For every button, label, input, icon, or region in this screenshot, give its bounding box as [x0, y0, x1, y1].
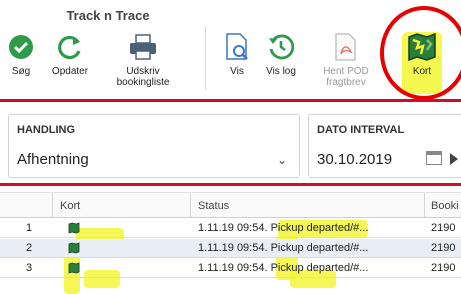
booking-number: 2190: [431, 222, 456, 234]
column-divider: [52, 193, 53, 217]
booking-number: 2190: [431, 242, 456, 254]
check-circle-icon: [5, 30, 37, 64]
column-header-kort[interactable]: Kort: [60, 200, 80, 212]
filter-panel: HANDLING Afhentning ⌄ DATO INTERVAL 30.1…: [0, 102, 461, 182]
date-value: 30.10.2019: [317, 151, 393, 168]
view-button[interactable]: Vis: [220, 30, 254, 96]
search-button[interactable]: Søg: [4, 30, 38, 96]
booking-number: 2190: [431, 262, 456, 274]
row-number: 2: [26, 242, 33, 254]
refresh-button[interactable]: Opdater: [44, 30, 96, 96]
table-row[interactable]: 1 1.11.19 09:54. Pickup departed/#... 21…: [0, 219, 461, 238]
get-pod-button[interactable]: Hent POD fragtbrev: [320, 30, 372, 96]
chevron-down-icon: ⌄: [276, 153, 287, 167]
table-header: Kort Status Booki: [0, 192, 461, 218]
column-header-booking[interactable]: Booki: [431, 200, 459, 212]
results-table: Kort Status Booki 1 1.11.19 09:54. Picku…: [0, 186, 461, 294]
map-icon[interactable]: [68, 222, 80, 234]
pdf-icon: [330, 30, 362, 64]
search-label: Søg: [11, 66, 31, 77]
handling-label: HANDLING: [17, 124, 76, 136]
refresh-label: Opdater: [51, 66, 89, 77]
row-number: 1: [26, 222, 33, 234]
column-divider: [190, 193, 191, 217]
ribbon-separator: [205, 26, 206, 90]
view-document-icon: [221, 30, 253, 64]
handling-value: Afhentning: [17, 151, 89, 168]
date-label: DATO INTERVAL: [317, 124, 405, 136]
view-log-button[interactable]: Vis log: [260, 30, 302, 96]
view-label: Vis: [230, 66, 244, 77]
column-header-status[interactable]: Status: [198, 200, 229, 212]
map-icon[interactable]: [68, 242, 80, 254]
map-icon[interactable]: [68, 262, 80, 274]
get-pod-label: Hent POD fragtbrev: [323, 66, 369, 88]
table-row[interactable]: 3 1.11.19 09:54. Pickup departed/#... 21…: [0, 259, 461, 278]
print-label: Udskriv bookingliste: [116, 66, 170, 88]
history-clock-icon: [265, 30, 297, 64]
ribbon-toolbar: Track n Trace Søg Opdater Udskriv bookin…: [0, 0, 461, 100]
play-icon[interactable]: [450, 153, 458, 165]
view-log-label: Vis log: [266, 66, 296, 77]
print-button[interactable]: Udskriv bookingliste: [108, 30, 178, 96]
printer-icon: [127, 30, 159, 64]
table-row[interactable]: 2 1.11.19 09:54. Pickup departed/#... 21…: [0, 239, 461, 258]
refresh-icon: [54, 30, 86, 64]
annotation-circle: [380, 6, 461, 100]
row-number: 3: [26, 262, 33, 274]
status-text: 1.11.19 09:54. Pickup departed/#...: [198, 222, 369, 234]
group-title: Track n Trace: [66, 8, 150, 23]
handling-dropdown[interactable]: HANDLING Afhentning ⌄: [8, 114, 300, 178]
date-interval-field[interactable]: DATO INTERVAL 30.10.2019: [308, 114, 461, 178]
column-divider: [424, 193, 425, 217]
calendar-icon[interactable]: [426, 151, 442, 165]
status-text: 1.11.19 09:54. Pickup departed/#...: [198, 242, 369, 254]
status-text: 1.11.19 09:54. Pickup departed/#...: [198, 262, 369, 274]
